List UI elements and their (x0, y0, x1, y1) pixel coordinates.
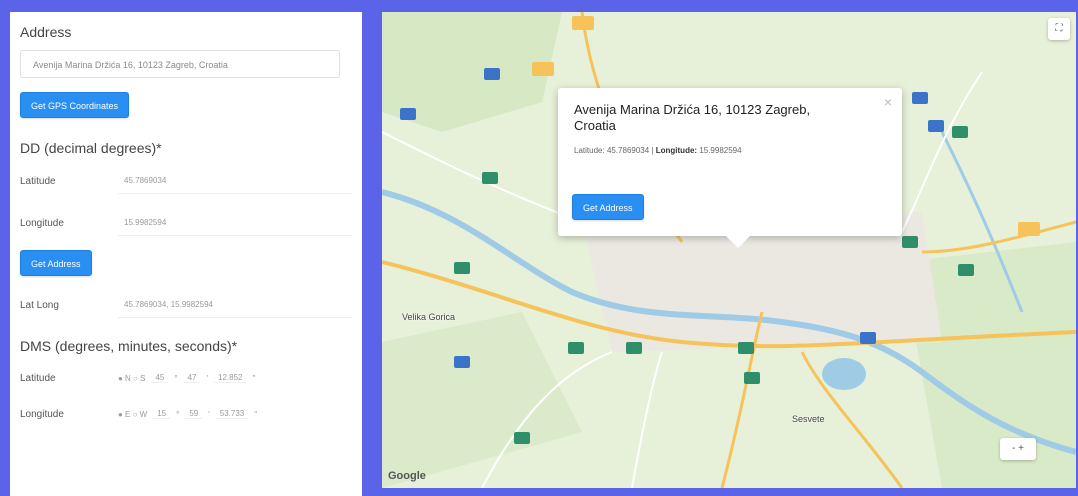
dms-lat-minutes[interactable]: 47 (183, 373, 201, 383)
address-label: Address (20, 24, 72, 40)
degree-sign: ° (176, 409, 180, 419)
popup-lng-label: Longitude: (655, 146, 698, 155)
latlong-label: Lat Long (20, 299, 59, 311)
second-sign: " (254, 409, 258, 419)
degree-sign: ° (174, 373, 178, 383)
minute-sign: ' (208, 409, 210, 419)
minute-sign: ' (206, 373, 208, 383)
get-gps-coordinates-button[interactable]: Get GPS Coordinates (20, 92, 130, 118)
page: Address Avenija Marina Držića 16, 10123 … (0, 0, 1078, 496)
popup-lat-value: 45.7869034 (606, 146, 650, 155)
map[interactable]: ⛶ - + Google Velika Gorica Sesvete × Ave… (382, 12, 1076, 488)
latitude-row: Latitude 45.7869034 (20, 166, 352, 196)
dms-longitude-fields[interactable]: ● E ○ W 15 ° 59 ' 53.733 " (118, 409, 257, 419)
latitude-label: Latitude (20, 175, 56, 187)
close-icon[interactable]: × (884, 94, 892, 110)
dms-longitude-label: Longitude (20, 408, 64, 420)
map-tiles (382, 12, 1076, 488)
latitude-input[interactable]: 45.7869034 (118, 168, 352, 194)
popup-lng-value: 15.9982594 (699, 146, 742, 155)
dms-section-title: DMS (degrees, minutes, seconds)* (20, 338, 238, 354)
place-label: Sesvete (792, 414, 825, 424)
get-address-button[interactable]: Get Address (20, 250, 92, 276)
place-label: Velika Gorica (402, 312, 456, 322)
dms-latitude-label: Latitude (20, 372, 56, 384)
coordinates-form: Address Avenija Marina Držića 16, 10123 … (10, 12, 362, 496)
second-sign: " (252, 373, 256, 383)
longitude-label: Longitude (20, 217, 64, 229)
dms-latitude-fields[interactable]: ● N ○ S 45 ° 47 ' 12.852 " (118, 373, 255, 383)
popup-get-address-button[interactable]: Get Address (572, 194, 644, 220)
map-info-popup: × Avenija Marina Držića 16, 10123 Zagreb… (558, 88, 902, 248)
dms-lat-seconds[interactable]: 12.852 (214, 373, 247, 383)
fullscreen-icon[interactable]: ⛶ (1048, 18, 1070, 40)
dms-lat-hemisphere-radio[interactable]: ● N ○ S (118, 374, 145, 383)
dms-longitude-row: Longitude ● E ○ W 15 ° 59 ' 53.733 " (20, 402, 352, 426)
dms-lng-minutes[interactable]: 59 (185, 409, 203, 419)
latlong-input[interactable]: 45.7869034, 15.9982594 (118, 292, 352, 318)
dms-lng-seconds[interactable]: 53.733 (215, 409, 249, 419)
address-input[interactable]: Avenija Marina Držića 16, 10123 Zagreb, … (20, 50, 340, 78)
dms-lng-hemisphere-radio[interactable]: ● E ○ W (118, 410, 147, 419)
dms-lng-degrees[interactable]: 15 (153, 409, 171, 419)
longitude-row: Longitude 15.9982594 (20, 208, 352, 238)
zoom-controls[interactable]: - + (1000, 438, 1036, 460)
popup-coordinates: Latitude: 45.7869034 | Longitude: 15.998… (574, 146, 742, 155)
latlong-row: Lat Long 45.7869034, 15.9982594 (20, 290, 352, 320)
dms-lat-degrees[interactable]: 45 (151, 373, 169, 383)
dms-latitude-row: Latitude ● N ○ S 45 ° 47 ' 12.852 " (20, 366, 352, 390)
longitude-input[interactable]: 15.9982594 (118, 210, 352, 236)
popup-address: Avenija Marina Držića 16, 10123 Zagreb, … (574, 102, 811, 133)
dd-section-title: DD (decimal degrees)* (20, 140, 162, 156)
popup-lat-label: Latitude: (574, 146, 605, 155)
google-logo: Google (388, 470, 426, 482)
